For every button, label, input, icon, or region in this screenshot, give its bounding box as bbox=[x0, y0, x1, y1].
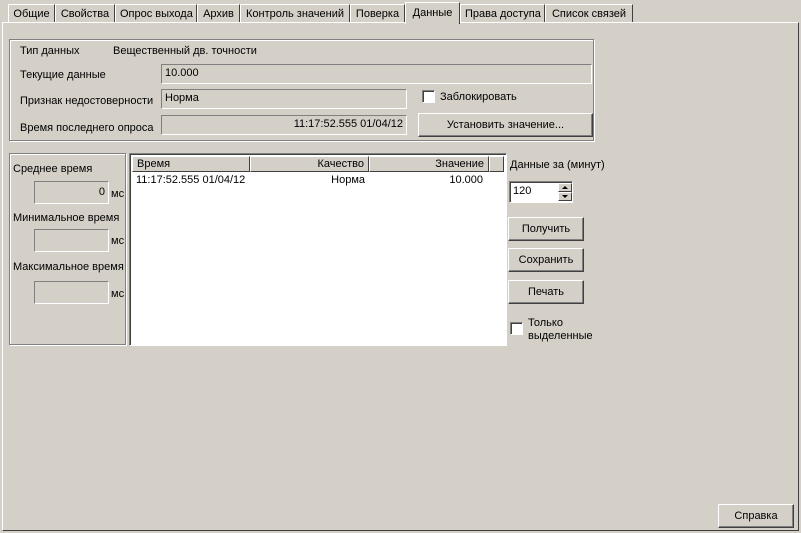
get-button[interactable]: Получить bbox=[508, 217, 584, 241]
tab-strip: Общие Свойства Опрос выхода Архив Контро… bbox=[0, 0, 801, 24]
column-header-time[interactable]: Время bbox=[132, 156, 250, 172]
last-poll-value: 11:17:52.555 01/04/12 bbox=[293, 118, 403, 130]
avg-time-label: Среднее время bbox=[13, 163, 93, 175]
avg-time-value: 0 bbox=[98, 186, 105, 198]
selected-only-label-line1: Только bbox=[528, 317, 563, 329]
invalid-flag-label: Признак недостоверности bbox=[20, 95, 154, 107]
tab-verification[interactable]: Поверка bbox=[350, 4, 405, 22]
tab-general[interactable]: Общие bbox=[8, 4, 55, 22]
max-time-field[interactable] bbox=[34, 281, 109, 304]
last-poll-field[interactable]: 11:17:52.555 01/04/12 bbox=[161, 115, 407, 135]
spinner-up-button[interactable] bbox=[558, 183, 572, 192]
set-value-button[interactable]: Установить значение... bbox=[418, 113, 593, 137]
help-button[interactable]: Справка bbox=[718, 504, 794, 528]
tab-output-poll[interactable]: Опрос выхода bbox=[115, 4, 197, 22]
chevron-up-icon bbox=[562, 186, 568, 189]
cell-quality: Норма bbox=[331, 174, 365, 186]
current-data-field[interactable]: 10.000 bbox=[161, 64, 592, 84]
period-label: Данные за (минут) bbox=[510, 159, 605, 171]
info-group: Тип данных Вещественный дв. точности Тек… bbox=[9, 39, 594, 141]
min-time-field[interactable] bbox=[34, 229, 109, 252]
avg-time-unit: мс bbox=[111, 188, 125, 200]
tab-data[interactable]: Данные bbox=[405, 2, 460, 24]
min-time-label: Минимальное время bbox=[13, 212, 120, 224]
lock-label: Заблокировать bbox=[440, 91, 517, 103]
selected-only-checkbox[interactable] bbox=[510, 322, 523, 335]
cell-value: 10.000 bbox=[449, 174, 483, 186]
column-header-filler bbox=[489, 156, 504, 172]
current-data-label: Текущие данные bbox=[20, 69, 106, 81]
save-button[interactable]: Сохранить bbox=[508, 248, 584, 272]
tab-value-control[interactable]: Контроль значений bbox=[240, 4, 350, 22]
print-button[interactable]: Печать bbox=[508, 280, 584, 304]
selected-only-label-line2: выделенные bbox=[528, 330, 593, 342]
spinner-down-button[interactable] bbox=[558, 192, 572, 201]
data-type-value: Вещественный дв. точности bbox=[113, 45, 257, 57]
avg-time-field[interactable]: 0 bbox=[34, 181, 109, 204]
column-header-quality[interactable]: Качество bbox=[250, 156, 369, 172]
invalid-flag-field[interactable]: Норма bbox=[161, 89, 407, 109]
data-type-label: Тип данных bbox=[20, 45, 80, 57]
min-time-unit: мс bbox=[111, 235, 125, 247]
tab-properties[interactable]: Свойства bbox=[55, 4, 115, 22]
data-list[interactable]: Время Качество Значение 11:17:52.555 01/… bbox=[129, 153, 507, 346]
tab-links-list[interactable]: Список связей bbox=[545, 4, 633, 22]
max-time-label: Максимальное время bbox=[13, 261, 124, 273]
current-data-value: 10.000 bbox=[165, 67, 199, 79]
tab-archive[interactable]: Архив bbox=[197, 4, 240, 22]
period-spinner[interactable]: 120 bbox=[509, 181, 573, 203]
invalid-flag-value: Норма bbox=[165, 92, 199, 104]
tab-access-rights[interactable]: Права доступа bbox=[460, 4, 545, 22]
stats-panel: Среднее время 0 мс Минимальное время мс … bbox=[9, 153, 126, 345]
max-time-unit: мс bbox=[111, 288, 125, 300]
last-poll-label: Время последнего опроса bbox=[20, 122, 154, 134]
column-header-value[interactable]: Значение bbox=[369, 156, 489, 172]
cell-time: 11:17:52.555 01/04/12 bbox=[136, 174, 246, 186]
lock-checkbox[interactable] bbox=[422, 90, 435, 103]
chevron-down-icon bbox=[562, 195, 568, 198]
